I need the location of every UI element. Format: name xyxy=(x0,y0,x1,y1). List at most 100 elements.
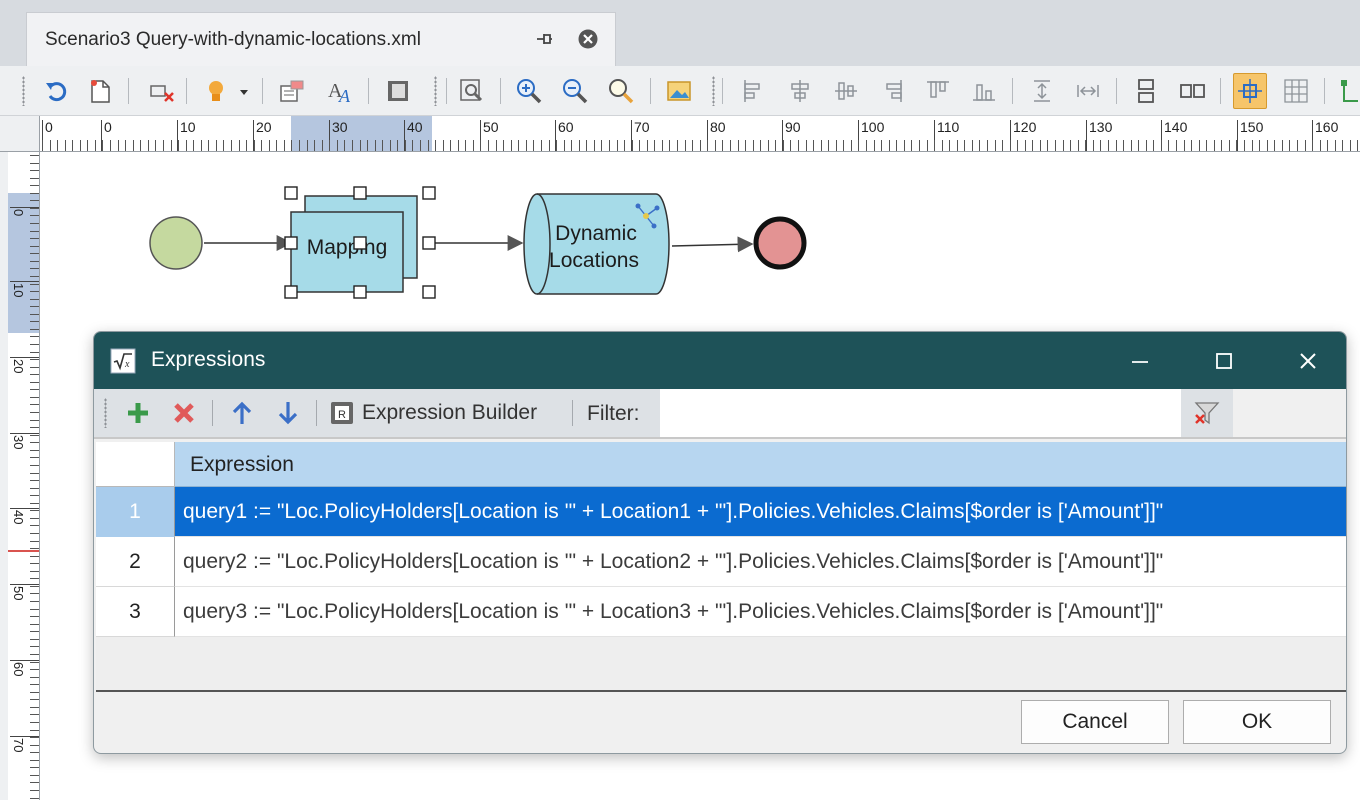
table-row[interactable]: 3 query3 := "Loc.PolicyHolders[Location … xyxy=(96,587,1346,637)
book-icon[interactable] xyxy=(384,77,412,105)
ruler-label: 130 xyxy=(1089,119,1113,135)
filter-input[interactable] xyxy=(660,389,1181,437)
document-tab[interactable]: Scenario3 Query-with-dynamic-locations.x… xyxy=(26,12,616,66)
properties-icon[interactable] xyxy=(278,77,306,105)
ruler-label: 110 xyxy=(937,119,960,135)
zoom-in-icon[interactable] xyxy=(515,77,543,105)
dialog-titlebar[interactable]: x Expressions xyxy=(94,332,1346,389)
x-icon xyxy=(174,403,194,423)
table-row[interactable]: 1 query1 := "Loc.PolicyHolders[Location … xyxy=(96,487,1346,537)
clear-filter-button[interactable] xyxy=(1181,389,1233,437)
toolbar-grip[interactable] xyxy=(434,76,437,106)
ruler-label: 0 xyxy=(104,119,112,135)
expression-builder-label: Expression Builder xyxy=(362,401,538,424)
delete-expression-button[interactable] xyxy=(170,399,198,427)
new-document-icon[interactable] xyxy=(86,77,114,105)
add-expression-button[interactable] xyxy=(124,399,152,427)
ruler-label: 20 xyxy=(256,119,272,135)
ruler-label: 80 xyxy=(710,119,726,135)
plus-icon xyxy=(128,403,148,423)
dropdown-arrow-icon[interactable] xyxy=(236,77,252,105)
mapping-task[interactable]: Mapping xyxy=(284,186,436,299)
arrow-up-icon xyxy=(232,401,252,424)
pin-icon[interactable] xyxy=(532,27,556,51)
zoom-out-icon[interactable] xyxy=(561,77,589,105)
ruler-label: 0 xyxy=(45,119,53,135)
align-left-icon[interactable] xyxy=(740,77,768,105)
grid-icon[interactable] xyxy=(1282,77,1310,105)
ruler-label: 160 xyxy=(1315,119,1339,135)
table-row[interactable]: 2 query2 := "Loc.PolicyHolders[Location … xyxy=(96,537,1346,587)
connector-icon[interactable] xyxy=(1338,77,1360,105)
delete-connection-icon[interactable] xyxy=(148,77,176,105)
ruler-label: 40 xyxy=(407,119,423,135)
move-down-button[interactable] xyxy=(274,399,302,427)
ok-button[interactable]: OK xyxy=(1183,700,1331,744)
expression-cell[interactable]: query1 := "Loc.PolicyHolders[Location is… xyxy=(175,487,1346,537)
ruler-label: 70 xyxy=(634,119,650,135)
grid-corner[interactable] xyxy=(96,442,175,487)
row-number[interactable]: 2 xyxy=(96,537,175,587)
toolbar-grip[interactable] xyxy=(22,76,25,106)
expression-cell[interactable]: query2 := "Loc.PolicyHolders[Location is… xyxy=(175,537,1346,587)
column-header-expression[interactable]: Expression xyxy=(175,442,1346,487)
move-up-button[interactable] xyxy=(228,399,256,427)
stack-vertical-icon[interactable] xyxy=(1132,77,1160,105)
cancel-button[interactable]: Cancel xyxy=(1021,700,1169,744)
ruler-label: 30 xyxy=(11,435,26,450)
align-center-icon[interactable] xyxy=(786,77,814,105)
align-bottom-icon[interactable] xyxy=(970,77,998,105)
row-number[interactable]: 3 xyxy=(96,587,175,637)
ruler-label: 100 xyxy=(861,119,885,135)
expression-cell[interactable]: query3 := "Loc.PolicyHolders[Location is… xyxy=(175,587,1346,637)
grid-header: Expression xyxy=(96,442,1346,487)
close-icon[interactable] xyxy=(1292,345,1324,377)
toolbar-grip[interactable] xyxy=(712,76,715,106)
ruler-label: 60 xyxy=(11,662,26,677)
space-horizontal-icon[interactable] xyxy=(1074,77,1102,105)
dynamic-locations-datastore[interactable]: Dynamic Locations xyxy=(523,193,670,295)
column-header-label: Expression xyxy=(190,453,294,476)
undo-icon[interactable] xyxy=(42,77,70,105)
ruler-label: 150 xyxy=(1240,119,1264,135)
align-top-icon[interactable] xyxy=(924,77,952,105)
ruler-label: 0 xyxy=(11,209,26,217)
connector-dynamic-end[interactable] xyxy=(671,236,754,253)
ruler-label: 10 xyxy=(11,283,26,298)
toolbar-grip[interactable] xyxy=(104,398,107,428)
zoom-icon[interactable] xyxy=(607,77,635,105)
align-right-icon[interactable] xyxy=(878,77,906,105)
start-event[interactable] xyxy=(149,216,203,270)
svg-text:A: A xyxy=(338,86,351,105)
document-tab-strip: Scenario3 Query-with-dynamic-locations.x… xyxy=(0,0,1360,66)
font-icon[interactable]: AA xyxy=(326,77,354,105)
ruler-tick xyxy=(10,281,39,282)
ruler-tick xyxy=(1086,120,1087,151)
picture-icon[interactable] xyxy=(665,77,693,105)
ruler-tick xyxy=(10,433,39,434)
expression-builder-button[interactable]: R Expression Builder xyxy=(330,397,537,429)
ruler-tick xyxy=(10,357,39,358)
maximize-icon[interactable] xyxy=(1208,345,1240,377)
expression-builder-icon: R xyxy=(331,402,353,424)
close-circle-icon[interactable] xyxy=(576,27,600,51)
stack-horizontal-icon[interactable] xyxy=(1178,77,1206,105)
ruler-label: 50 xyxy=(11,586,26,601)
minimize-icon[interactable] xyxy=(1124,345,1156,377)
align-middle-icon[interactable] xyxy=(832,77,860,105)
dynamic-locations-label-line2: Locations xyxy=(549,249,639,272)
snap-icon[interactable] xyxy=(1233,73,1267,109)
vertical-ruler: 0 10 20 30 40 50 60 70 xyxy=(8,152,40,800)
dialog-toolbar: R Expression Builder Filter: xyxy=(94,389,1346,439)
expressions-dialog: x Expressions R Expression Builder Filte… xyxy=(93,331,1347,754)
row-number[interactable]: 1 xyxy=(96,487,175,537)
dialog-title: Expressions xyxy=(151,348,266,371)
ruler-tick xyxy=(10,584,39,585)
ruler-label: 50 xyxy=(483,119,499,135)
end-event[interactable] xyxy=(753,216,807,270)
zoom-fit-icon[interactable] xyxy=(458,77,486,105)
lightbulb-icon[interactable] xyxy=(202,77,230,105)
horizontal-ruler: 0 0 10 20 30 40 50 60 70 80 90 100 110 120 130 140 150 16… xyxy=(40,116,1360,152)
space-vertical-icon[interactable] xyxy=(1028,77,1056,105)
mapping-label: Mapping xyxy=(307,236,388,259)
